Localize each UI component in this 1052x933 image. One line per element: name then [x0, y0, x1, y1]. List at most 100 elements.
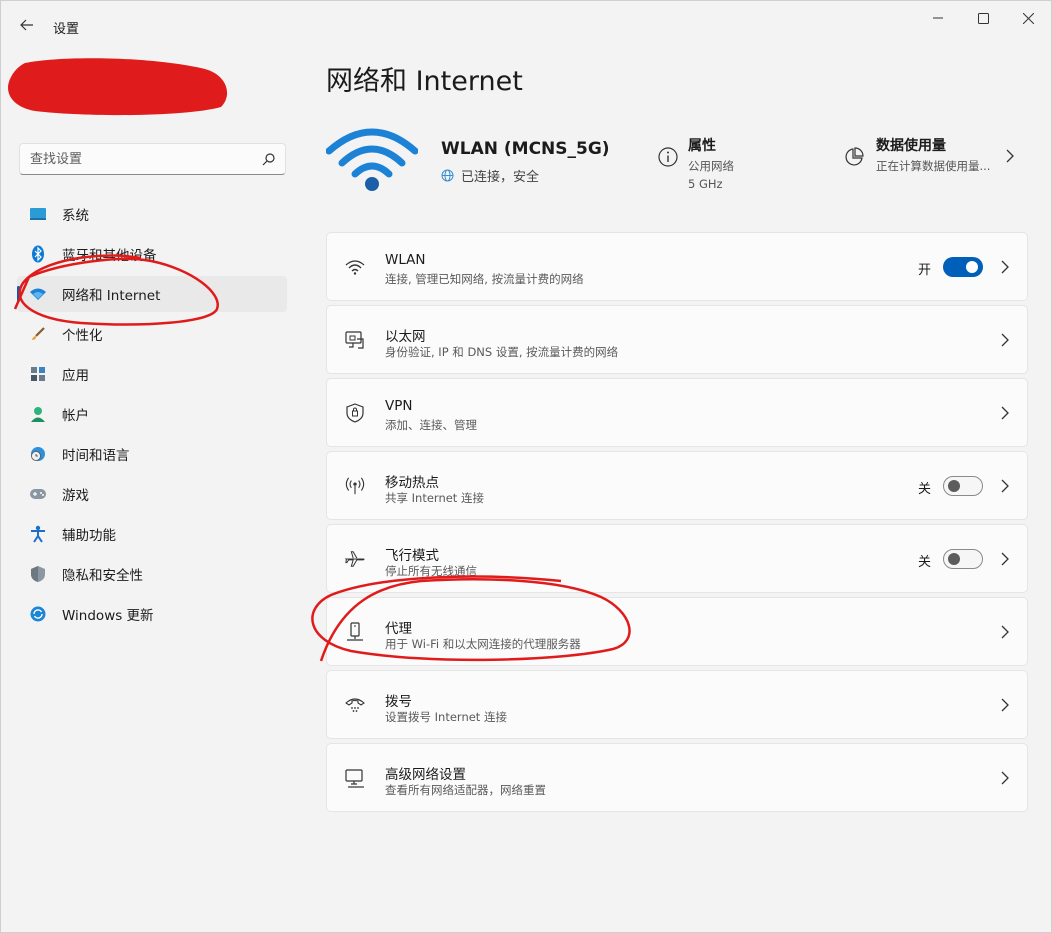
- wlan-toggle[interactable]: [943, 257, 983, 277]
- properties-line1: 公用网络: [688, 159, 734, 173]
- wifi-large-icon: [326, 128, 418, 191]
- card-dialup[interactable]: 拨号 设置拨号 Internet 连接: [326, 670, 1028, 739]
- brush-icon: [29, 325, 47, 343]
- page-title: 网络和 Internet: [326, 66, 523, 97]
- sidebar-item-personalization[interactable]: 个性化: [17, 316, 287, 352]
- advanced-network-icon: [345, 768, 365, 788]
- card-airplane-mode[interactable]: 飞行模式 停止所有无线通信 关: [326, 524, 1028, 593]
- info-icon: [658, 147, 678, 167]
- card-title: VPN: [385, 398, 413, 414]
- card-subtitle: 身份验证, IP 和 DNS 设置, 按流量计费的网络: [385, 345, 619, 359]
- card-title: 移动热点: [385, 475, 439, 491]
- shield-icon: [29, 565, 47, 583]
- card-subtitle: 添加、连接、管理: [385, 418, 477, 432]
- network-summary: WLAN (MCNS_5G) 已连接，安全 属性 公用网络 5 GHz 数据使用…: [326, 121, 1026, 201]
- apps-icon: [29, 365, 47, 383]
- minimize-button[interactable]: [915, 1, 961, 35]
- card-subtitle: 用于 Wi-Fi 和以太网连接的代理服务器: [385, 637, 581, 651]
- chevron-right-icon: [1001, 260, 1009, 274]
- card-title: 以太网: [385, 329, 426, 345]
- properties-line2: 5 GHz: [688, 177, 723, 191]
- profile-redaction-scribble: [8, 58, 228, 116]
- sidebar-item-label: 游戏: [62, 488, 89, 504]
- close-button[interactable]: [1005, 1, 1051, 35]
- chevron-right-icon: [1001, 552, 1009, 566]
- card-subtitle: 共享 Internet 连接: [385, 491, 484, 505]
- chevron-right-icon[interactable]: [1006, 149, 1014, 163]
- data-usage-link[interactable]: 数据使用量 正在计算数据使用量...: [845, 135, 990, 174]
- ethernet-icon: [345, 330, 365, 350]
- card-mobile-hotspot[interactable]: 移动热点 共享 Internet 连接 关: [326, 451, 1028, 520]
- minimize-icon: [933, 17, 943, 19]
- card-title: 高级网络设置: [385, 767, 466, 783]
- sidebar-item-time-language[interactable]: 时间和语言: [17, 436, 287, 472]
- pie-chart-icon: [845, 147, 864, 166]
- network-properties-link[interactable]: 属性 公用网络 5 GHz: [658, 135, 734, 191]
- proxy-icon: [345, 622, 365, 642]
- vpn-shield-icon: [345, 403, 365, 423]
- data-usage-title: 数据使用量: [876, 138, 946, 154]
- mobile-hotspot-toggle[interactable]: [943, 476, 983, 496]
- person-icon: [29, 405, 47, 423]
- sidebar-item-apps[interactable]: 应用: [17, 356, 287, 392]
- sidebar-item-label: 时间和语言: [62, 448, 130, 464]
- search-box[interactable]: [19, 143, 286, 175]
- sidebar-item-label: 帐户: [62, 408, 89, 424]
- chevron-right-icon: [1001, 406, 1009, 420]
- sidebar-item-label: 隐私和安全性: [62, 568, 143, 584]
- properties-title: 属性: [688, 138, 716, 154]
- sidebar-item-label: 辅助功能: [62, 528, 116, 544]
- sidebar-item-network[interactable]: 网络和 Internet: [17, 276, 287, 312]
- card-title: 代理: [385, 621, 412, 637]
- card-advanced-network[interactable]: 高级网络设置 查看所有网络适配器，网络重置: [326, 743, 1028, 812]
- search-icon: [262, 152, 275, 165]
- card-vpn[interactable]: VPN 添加、连接、管理: [326, 378, 1028, 447]
- card-subtitle: 停止所有无线通信: [385, 564, 477, 578]
- network-status: 已连接，安全: [441, 166, 539, 185]
- airplane-mode-toggle[interactable]: [943, 549, 983, 569]
- system-icon: [29, 205, 47, 223]
- maximize-button[interactable]: [960, 1, 1006, 35]
- airplane-icon: [345, 549, 365, 569]
- chevron-right-icon: [1001, 333, 1009, 347]
- toggle-state-label: 关: [917, 482, 931, 497]
- globe-icon: [441, 169, 454, 182]
- card-ethernet[interactable]: 以太网 身份验证, IP 和 DNS 设置, 按流量计费的网络: [326, 305, 1028, 374]
- chevron-right-icon: [1001, 698, 1009, 712]
- card-proxy[interactable]: 代理 用于 Wi-Fi 和以太网连接的代理服务器: [326, 597, 1028, 666]
- sidebar-item-label: 应用: [62, 368, 89, 384]
- title-bar: 设置: [1, 1, 1051, 49]
- sidebar-item-accessibility[interactable]: 辅助功能: [17, 516, 287, 552]
- app-title: 设置: [53, 22, 80, 37]
- card-wlan[interactable]: WLAN 连接, 管理已知网络, 按流量计费的网络 开: [326, 232, 1028, 301]
- bluetooth-icon: [29, 245, 47, 263]
- sidebar-item-gaming[interactable]: 游戏: [17, 476, 287, 512]
- sidebar-item-system[interactable]: 系统: [17, 196, 287, 232]
- sidebar-nav: 系统 蓝牙和其他设备 网络和 Internet 个性化 应用 帐户 时间和语言 …: [17, 196, 287, 636]
- sidebar-item-label: 系统: [62, 208, 89, 224]
- sidebar-item-privacy[interactable]: 隐私和安全性: [17, 556, 287, 592]
- toggle-state-label: 关: [917, 555, 931, 570]
- sidebar-item-label: 网络和 Internet: [62, 288, 161, 304]
- card-title: WLAN: [385, 252, 426, 268]
- sidebar-item-label: 蓝牙和其他设备: [62, 248, 157, 264]
- network-status-text: 已连接，安全: [461, 170, 540, 185]
- back-button[interactable]: [13, 11, 41, 39]
- search-input[interactable]: [30, 151, 262, 167]
- accessibility-icon: [29, 525, 47, 543]
- wifi-icon: [29, 285, 47, 303]
- settings-card-list: WLAN 连接, 管理已知网络, 按流量计费的网络 开 以太网 身份验证, IP…: [326, 232, 1028, 816]
- sidebar-item-label: Windows 更新: [62, 608, 154, 624]
- sidebar-item-windows-update[interactable]: Windows 更新: [17, 596, 287, 632]
- card-subtitle: 连接, 管理已知网络, 按流量计费的网络: [385, 272, 584, 286]
- back-arrow-icon: [20, 19, 33, 31]
- wifi-icon: [345, 257, 365, 277]
- hotspot-icon: [345, 476, 365, 496]
- network-name: WLAN (MCNS_5G): [441, 139, 610, 159]
- gamepad-icon: [29, 485, 47, 503]
- sidebar-item-accounts[interactable]: 帐户: [17, 396, 287, 432]
- card-title: 拨号: [385, 694, 412, 710]
- dialup-icon: [345, 695, 365, 715]
- sidebar-item-bluetooth[interactable]: 蓝牙和其他设备: [17, 236, 287, 272]
- chevron-right-icon: [1001, 625, 1009, 639]
